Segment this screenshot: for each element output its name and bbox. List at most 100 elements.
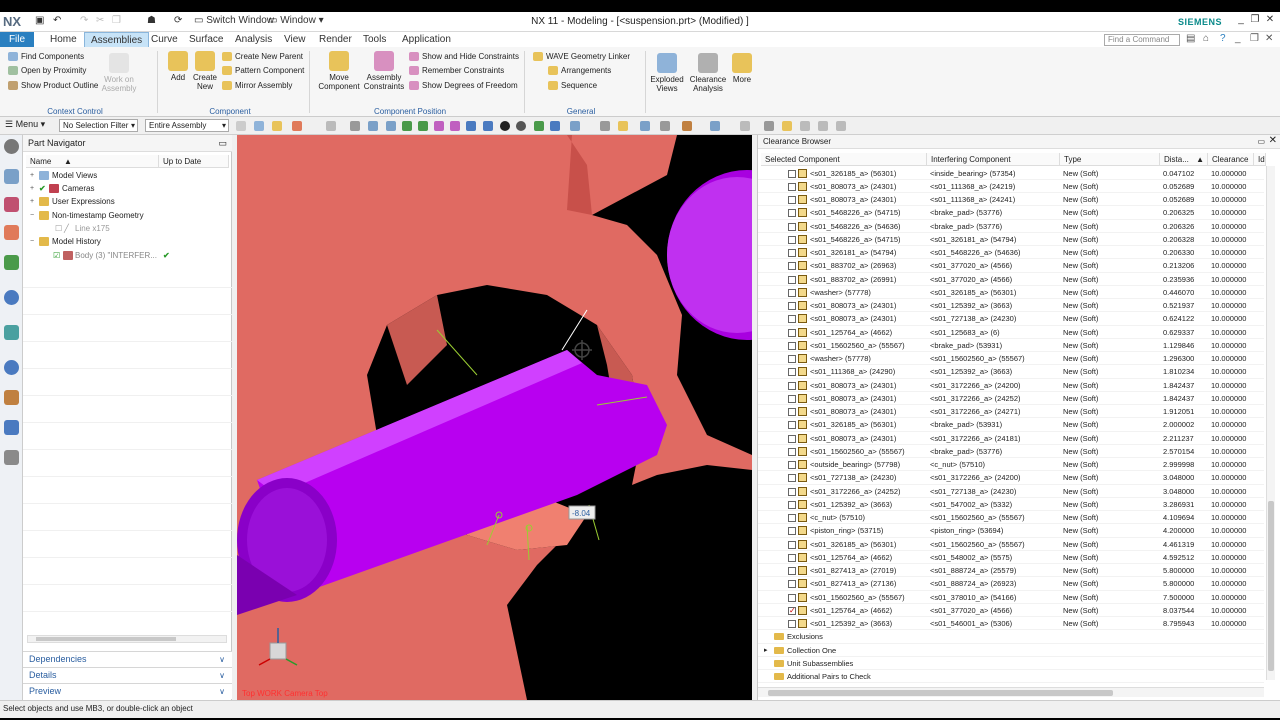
clearance-row[interactable]: <s01_5468226_a> (54715) <brake_pad> (5377… bbox=[758, 206, 1264, 220]
show-dof-button[interactable]: Show Degrees of Freedom bbox=[409, 81, 518, 91]
find-command-input[interactable]: Find a Command bbox=[1104, 34, 1180, 46]
toolbar-icon[interactable] bbox=[600, 121, 610, 131]
toolbar-icon[interactable] bbox=[782, 121, 792, 131]
clearance-row[interactable]: <s01_827413_a> (27019) <s01_888724_a> (25… bbox=[758, 564, 1264, 578]
maximize-icon[interactable]: ▭ bbox=[218, 135, 227, 152]
settings-icon[interactable] bbox=[4, 139, 19, 154]
web-browser-icon[interactable] bbox=[4, 325, 19, 340]
scroll-thumb[interactable] bbox=[768, 690, 1113, 696]
row-checkbox[interactable] bbox=[788, 580, 796, 589]
row-checkbox[interactable] bbox=[788, 434, 796, 443]
redo-icon[interactable]: ↷ bbox=[80, 15, 88, 26]
assembly-constraints-button[interactable]: Assembly Constraints bbox=[362, 51, 406, 91]
tab-analysis[interactable]: Analysis bbox=[229, 32, 278, 47]
switch-window-button[interactable]: ▭ Switch Window bbox=[194, 15, 274, 26]
folder-row[interactable]: Additional Pairs to Check bbox=[758, 670, 1264, 684]
row-checkbox[interactable] bbox=[788, 302, 796, 310]
row-checkbox[interactable] bbox=[788, 540, 796, 549]
row-checkbox[interactable] bbox=[788, 341, 796, 350]
clearance-row[interactable]: <washer> (57778) <s01_326185_a> (56301) Ne… bbox=[758, 286, 1264, 300]
vertical-scrollbar[interactable] bbox=[1266, 166, 1275, 680]
nav-row-body[interactable]: ☑ Body (3) "INTERFER... ✔ bbox=[23, 249, 232, 262]
ribbon-restore-icon[interactable]: ❐ bbox=[1250, 33, 1259, 44]
collapse-icon[interactable]: − bbox=[30, 209, 34, 222]
find-components-button[interactable]: Find Components bbox=[8, 52, 84, 62]
tab-application[interactable]: Application bbox=[396, 32, 457, 47]
horizontal-scrollbar[interactable] bbox=[27, 635, 227, 643]
tab-surface[interactable]: Surface bbox=[183, 32, 229, 47]
copy-icon[interactable]: ❐ bbox=[112, 15, 121, 26]
close-icon[interactable]: ✕ bbox=[1263, 14, 1277, 28]
clearance-analysis-button[interactable]: Clearance Analysis bbox=[688, 53, 728, 93]
clearance-row[interactable]: <outside_bearing> (57798) <c_nut> (57510)… bbox=[758, 458, 1264, 472]
show-hide-constraints-button[interactable]: Show and Hide Constraints bbox=[409, 52, 519, 62]
system-materials-icon[interactable] bbox=[4, 390, 19, 405]
folder-row[interactable]: Unit Subassemblies bbox=[758, 657, 1264, 671]
clearance-row[interactable]: <s01_808073_a> (24301) <s01_727138_a> (24… bbox=[758, 312, 1264, 326]
clearance-row[interactable]: <s01_326185_a> (56301) <brake_pad> (53931… bbox=[758, 418, 1264, 432]
details-panel[interactable]: Details ∨ bbox=[23, 667, 232, 683]
row-checkbox[interactable] bbox=[788, 408, 796, 416]
toolbar-icon[interactable] bbox=[818, 121, 828, 131]
wave-geometry-linker-button[interactable]: WAVE Geometry Linker bbox=[533, 52, 630, 62]
mirror-assembly-button[interactable]: Mirror Assembly bbox=[222, 81, 292, 91]
clearance-row[interactable]: <s01_808073_a> (24301) <s01_111368_a> (24… bbox=[758, 180, 1264, 194]
clearance-row[interactable]: <s01_808073_a> (24301) <s01_3172266_a> (2… bbox=[758, 392, 1264, 406]
hd3d-tools-icon[interactable] bbox=[4, 290, 19, 305]
clearance-row[interactable]: <s01_125764_a> (4662) <s01_125683_a> (6) N… bbox=[758, 326, 1264, 339]
row-checkbox[interactable] bbox=[788, 527, 796, 536]
undo-icon[interactable]: ↶ bbox=[53, 15, 61, 26]
nav-row-model-history[interactable]: − Model History bbox=[23, 235, 232, 248]
help-icon[interactable]: ? bbox=[1220, 33, 1226, 44]
show-product-outline-button[interactable]: Show Product Outline bbox=[8, 81, 98, 91]
toolbar-icon[interactable] bbox=[800, 121, 810, 131]
row-checkbox[interactable] bbox=[788, 447, 796, 456]
process-studio-icon[interactable] bbox=[4, 420, 19, 435]
toolbar-icon[interactable] bbox=[550, 121, 560, 131]
clearance-row[interactable]: <s01_15602560_a> (55567) <s01_378010_a> (… bbox=[758, 591, 1264, 604]
maximize-icon[interactable]: ▭ bbox=[1257, 135, 1265, 149]
row-checkbox[interactable] bbox=[788, 381, 796, 390]
toolbar-icon[interactable] bbox=[764, 121, 774, 131]
menu-button[interactable]: ☰ Menu ▾ bbox=[5, 119, 45, 130]
toolbar-icon[interactable] bbox=[516, 121, 526, 131]
column-header-interfering[interactable]: Interfering Component bbox=[927, 153, 1060, 166]
toolbar-icon[interactable] bbox=[640, 121, 650, 131]
tab-curve[interactable]: Curve bbox=[145, 32, 184, 47]
constraint-navigator-icon[interactable] bbox=[4, 197, 19, 212]
history-icon[interactable] bbox=[4, 360, 19, 375]
toolbar-icon[interactable] bbox=[292, 121, 302, 131]
ribbon-close-icon[interactable]: ✕ bbox=[1265, 33, 1273, 44]
column-header-clearance[interactable]: Clearance bbox=[1208, 153, 1254, 166]
clearance-row[interactable]: <s01_808073_a> (24301) <s01_3172266_a> (2… bbox=[758, 379, 1264, 392]
clearance-row[interactable]: <s01_883702_a> (26963) <s01_377020_a> (45… bbox=[758, 259, 1264, 273]
create-new-parent-button[interactable]: Create New Parent bbox=[222, 52, 303, 62]
toolbar-icon[interactable] bbox=[254, 121, 264, 131]
nav-row-user-expressions[interactable]: + User Expressions bbox=[23, 195, 232, 208]
clearance-row[interactable]: <s01_125764_a> (4662) <s01_377020_a> (456… bbox=[758, 604, 1264, 618]
row-checkbox[interactable] bbox=[788, 487, 796, 496]
add-component-button[interactable]: Add bbox=[164, 51, 192, 82]
row-checkbox[interactable] bbox=[788, 275, 796, 284]
repeat-command-icon[interactable]: ⟳ bbox=[174, 15, 182, 26]
restore-icon[interactable]: ❐ bbox=[1248, 14, 1262, 28]
nav-row-line[interactable]: ☐ ╱ Line x175 bbox=[23, 222, 232, 235]
toolbar-icon[interactable] bbox=[402, 121, 412, 131]
row-checkbox[interactable] bbox=[788, 182, 796, 191]
tab-render[interactable]: Render bbox=[313, 32, 358, 47]
assembly-navigator-icon[interactable] bbox=[4, 169, 19, 184]
horizontal-scrollbar[interactable] bbox=[758, 687, 1264, 697]
toolbar-icon[interactable] bbox=[483, 121, 493, 131]
clearance-row[interactable]: <s01_808073_a> (24301) <s01_3172266_a> (2… bbox=[758, 432, 1264, 445]
row-checkbox[interactable] bbox=[788, 355, 796, 363]
toolbar-icon[interactable] bbox=[710, 121, 720, 131]
row-checkbox[interactable] bbox=[788, 328, 796, 337]
selection-filter-select[interactable]: No Selection Filter ▾ bbox=[59, 119, 138, 132]
row-checkbox[interactable] bbox=[788, 209, 796, 218]
touch-mode-icon[interactable]: ☗ bbox=[147, 15, 156, 26]
move-component-button[interactable]: Move Component bbox=[316, 51, 362, 91]
clearance-row[interactable]: <s01_5468226_a> (54636) <brake_pad> (5377… bbox=[758, 220, 1264, 233]
row-checkbox[interactable] bbox=[788, 196, 796, 204]
row-checkbox[interactable] bbox=[788, 604, 796, 617]
clearance-row[interactable]: <s01_808073_a> (24301) <s01_111368_a> (24… bbox=[758, 193, 1264, 207]
